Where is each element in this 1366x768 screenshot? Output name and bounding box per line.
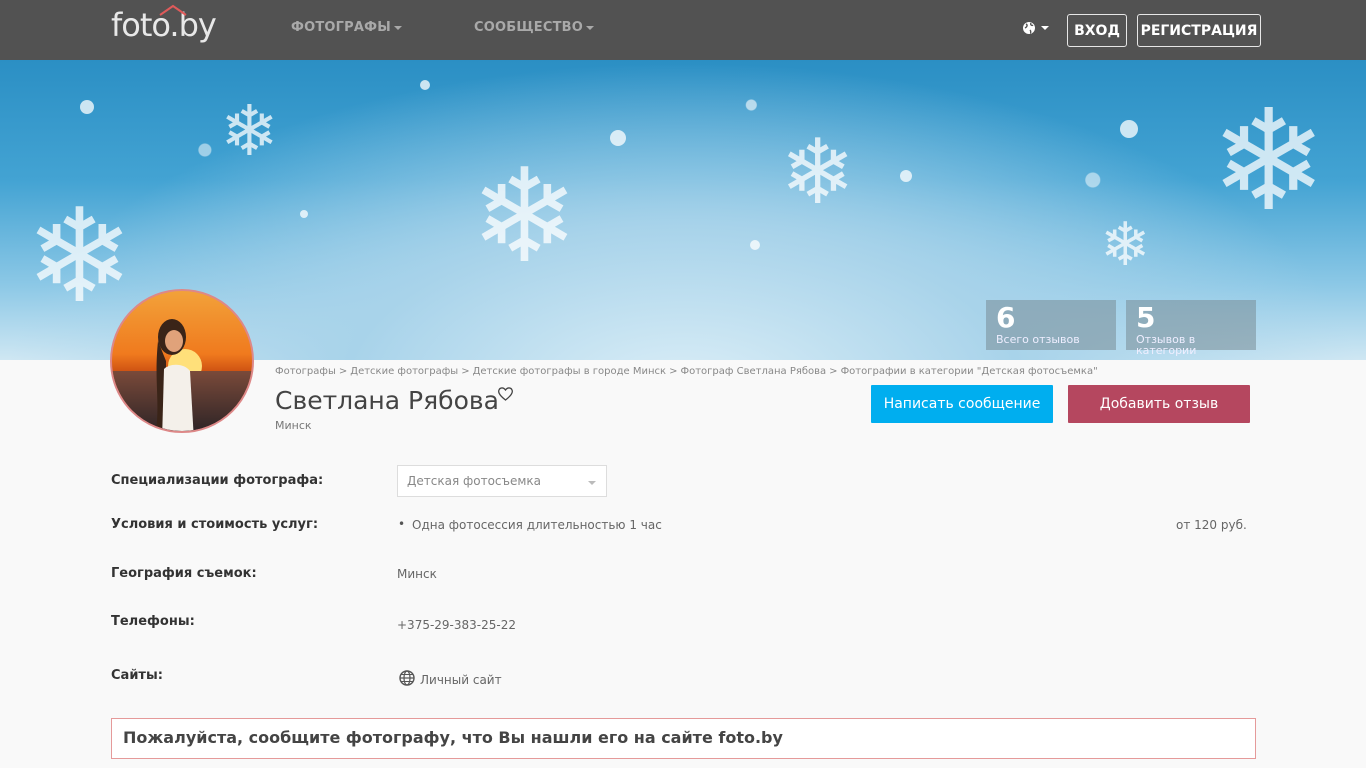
personal-site-link[interactable]: Личный сайт [420,673,502,687]
globe-icon [1023,22,1035,34]
nav-photographers-label: ФОТОГРАФЫ [291,20,391,35]
breadcrumb-category: Фотографии в категории "Детская фотосъем… [840,366,1098,377]
notice-banner: Пожалуйста, сообщите фотографу, что Вы н… [111,718,1256,759]
write-message-button[interactable]: Написать сообщение [871,385,1053,423]
heart-icon[interactable] [497,386,514,402]
globe-icon [399,670,415,686]
specialization-select[interactable]: Детская фотосъемка [397,465,607,497]
service-price: от 120 руб. [1176,518,1247,532]
avatar [110,289,254,433]
breadcrumb-kids-photographers-minsk[interactable]: Детские фотографы в городе Минск [473,366,666,377]
photographer-name: Светлана Рябова [275,386,499,415]
breadcrumb-kids-photographers[interactable]: Детские фотографы [350,366,458,377]
chevron-down-icon [1041,26,1049,30]
sites-label: Сайты: [111,668,163,683]
top-navbar: foto.by ФОТОГРАФЫ СООБЩЕСТВО ВХОД РЕГИСТ… [0,0,1366,60]
breadcrumb-photographers[interactable]: Фотографы [275,366,336,377]
logo-roof-icon [159,4,187,16]
stat-category-reviews-value: 5 [1136,301,1156,334]
nav-photographers[interactable]: ФОТОГРАФЫ [291,20,402,35]
register-button[interactable]: РЕГИСТРАЦИЯ [1137,14,1261,47]
stat-total-reviews-value: 6 [996,301,1016,334]
specialization-selected: Детская фотосъемка [407,474,542,488]
chevron-down-icon [586,25,595,30]
breadcrumb-photographer[interactable]: Фотограф Светлана Рябова [680,366,826,377]
geography-value: Минск [397,567,437,581]
chevron-down-icon [588,481,596,485]
stat-total-reviews-label: Всего отзывов [996,333,1080,346]
nav-community[interactable]: СООБЩЕСТВО [474,20,595,35]
language-selector[interactable] [1022,21,1049,35]
chevron-down-icon [393,25,402,30]
breadcrumb: Фотографы > Детские фотографы > Детские фото… [275,366,1098,377]
stat-category-reviews: 5 Отзывов в категории [1126,300,1256,356]
nav-community-label: СООБЩЕСТВО [474,20,584,35]
photographer-city: Минск [275,419,312,432]
stat-total-reviews: 6 Всего отзывов [986,300,1116,350]
geography-label: География съемок: [111,566,257,581]
phones-label: Телефоны: [111,614,195,629]
phone-value: +375-29-383-25-22 [397,618,516,632]
add-review-button[interactable]: Добавить отзыв [1068,385,1250,423]
specializations-label: Специализации фотографа: [111,473,324,488]
stat-category-reviews-label: Отзывов в категории [1136,333,1197,357]
login-button[interactable]: ВХОД [1067,14,1127,47]
services-label: Условия и стоимость услуг: [111,517,319,532]
service-name: Одна фотосессия длительностью 1 час [412,518,662,532]
bullet-icon: • [398,517,406,531]
